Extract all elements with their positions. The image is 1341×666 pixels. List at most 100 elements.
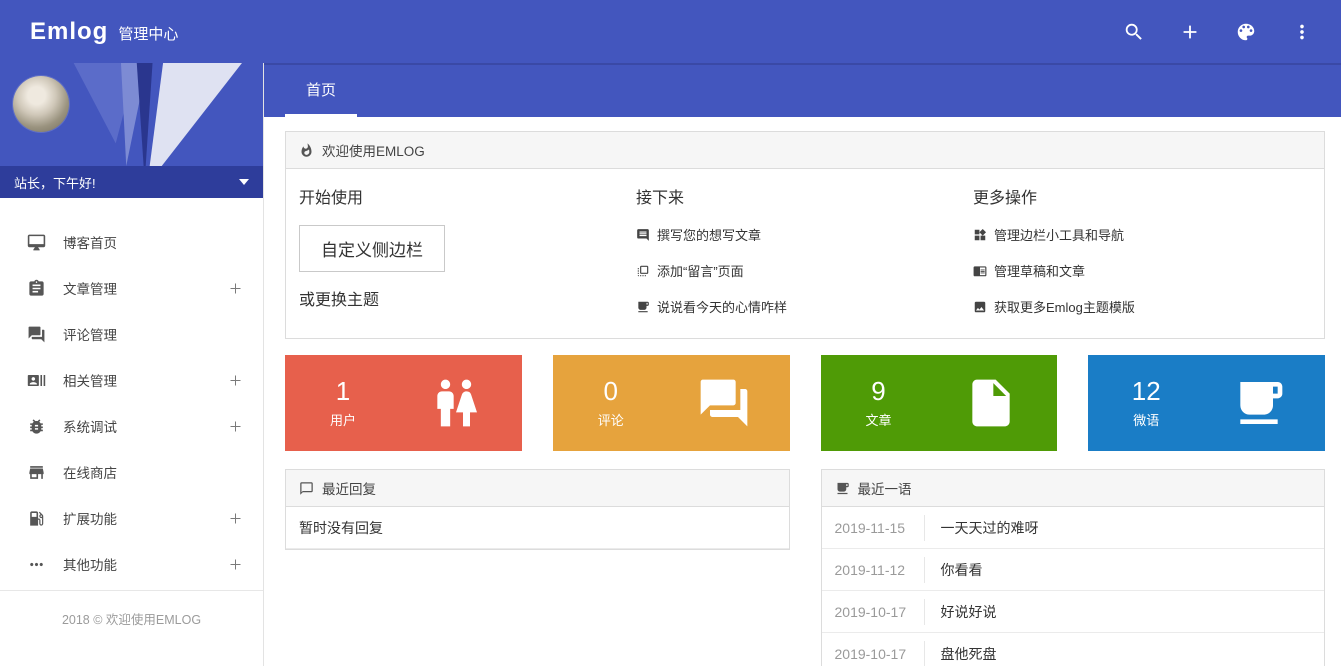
get-themes-link[interactable]: 获取更多Emlog主题模版 (973, 297, 1310, 316)
sidebar-item-articles[interactable]: 文章管理 (0, 265, 263, 311)
link-label: 说说看今天的心情咋样 (657, 297, 787, 316)
sidebar-menu: 博客首页 文章管理 评论管理 相关管理 (0, 198, 263, 587)
add-message-page-link[interactable]: 添加“留言”页面 (636, 261, 973, 280)
welcome-col-start: 开始使用 自定义侧边栏 或更换主题 (299, 184, 636, 316)
bottom-panels: 最近回复 暂时没有回复 最近一语 2019-11-15 一天天过的难呀 2019… (285, 469, 1325, 666)
stat-card-comments[interactable]: 0 评论 (553, 355, 790, 451)
sidebar: 站长，下午好! 博客首页 文章管理 评论管理 (0, 63, 264, 666)
change-theme-link[interactable]: 或更换主题 (299, 286, 636, 310)
welcome-panel: 欢迎使用EMLOG 开始使用 自定义侧边栏 或更换主题 接下来 撰写您的想写文章 (285, 131, 1325, 339)
more-vert-icon[interactable] (1291, 21, 1313, 43)
theme-image-icon (973, 300, 987, 314)
add-icon[interactable] (1179, 21, 1201, 43)
top-header: Emlog 管理中心 (0, 0, 1341, 63)
sidebar-item-extensions[interactable]: 扩展功能 (0, 495, 263, 541)
sidebar-footer: 2018 © 欢迎使用EMLOG (0, 590, 263, 628)
sidebar-item-label: 文章管理 (63, 278, 117, 298)
stat-value: 9 (857, 377, 901, 406)
panel-title: 最近回复 (322, 478, 376, 498)
bug-icon (27, 417, 46, 436)
note-row[interactable]: 2019-10-17 盘他死盘 (822, 633, 1325, 666)
forum-icon (696, 375, 752, 431)
more-horiz-icon (27, 555, 46, 574)
app-title: 管理中心 (118, 23, 178, 44)
desktop-icon (27, 233, 46, 252)
article-icon (973, 264, 987, 278)
main-content: 欢迎使用EMLOG 开始使用 自定义侧边栏 或更换主题 接下来 撰写您的想写文章 (264, 117, 1341, 666)
chevron-down-icon[interactable] (239, 179, 249, 185)
link-label: 管理草稿和文章 (994, 261, 1085, 280)
search-icon[interactable] (1123, 21, 1145, 43)
note-row[interactable]: 2019-11-15 一天天过的难呀 (822, 507, 1325, 549)
user-avatar[interactable] (13, 76, 69, 132)
note-text: 一天天过的难呀 (925, 518, 1039, 538)
stat-value: 0 (589, 377, 633, 406)
sidebar-item-store[interactable]: 在线商店 (0, 449, 263, 495)
tab-home[interactable]: 首页 (285, 65, 357, 117)
recent-replies-header: 最近回复 (286, 470, 789, 507)
coffee-icon (636, 300, 650, 314)
sidebar-item-other[interactable]: 其他功能 (0, 541, 263, 587)
welcome-col-next: 接下来 撰写您的想写文章 添加“留言”页面 (636, 184, 973, 316)
gas-pump-icon (27, 509, 46, 528)
stat-card-articles[interactable]: 9 文章 (821, 355, 1058, 451)
stat-card-users[interactable]: 1 用户 (285, 355, 522, 451)
sidebar-item-debug[interactable]: 系统调试 (0, 403, 263, 449)
coffee-icon (835, 481, 850, 496)
widgets-icon (973, 228, 987, 242)
welcome-panel-header: 欢迎使用EMLOG (286, 132, 1324, 169)
manage-drafts-link[interactable]: 管理草稿和文章 (973, 261, 1310, 280)
sidebar-item-blog-home[interactable]: 博客首页 (0, 219, 263, 265)
plus-icon[interactable] (228, 419, 243, 434)
col-title: 接下来 (636, 184, 973, 208)
plus-icon[interactable] (228, 557, 243, 572)
app-logo: Emlog (30, 18, 108, 46)
link-label: 添加“留言”页面 (657, 261, 744, 280)
coffee-icon (1231, 375, 1287, 431)
note-date: 2019-11-12 (822, 557, 925, 583)
sidebar-item-comments[interactable]: 评论管理 (0, 311, 263, 357)
stat-label: 微语 (1124, 410, 1168, 429)
customize-sidebar-button[interactable]: 自定义侧边栏 (299, 225, 445, 272)
plus-icon[interactable] (228, 281, 243, 296)
empty-replies-row: 暂时没有回复 (286, 507, 789, 549)
welcome-title: 欢迎使用EMLOG (322, 140, 425, 160)
file-icon (963, 375, 1019, 431)
contacts-icon (27, 371, 46, 390)
store-icon (27, 463, 46, 482)
manage-widgets-link[interactable]: 管理边栏小工具和导航 (973, 225, 1310, 244)
note-text: 你看看 (925, 560, 983, 580)
tab-bar: 首页 (264, 63, 1341, 117)
write-article-link[interactable]: 撰写您的想写文章 (636, 225, 973, 244)
note-row[interactable]: 2019-11-12 你看看 (822, 549, 1325, 591)
stat-label: 用户 (321, 410, 365, 429)
stat-label: 评论 (589, 410, 633, 429)
sidebar-item-label: 系统调试 (63, 416, 117, 436)
note-date: 2019-11-15 (822, 515, 925, 541)
note-text: 好说好说 (925, 602, 997, 622)
post-mood-link[interactable]: 说说看今天的心情咋样 (636, 297, 973, 316)
sidebar-item-related[interactable]: 相关管理 (0, 357, 263, 403)
sidebar-item-label: 其他功能 (63, 554, 117, 574)
greeting-text: 站长，下午好! (14, 173, 96, 192)
note-text: 盘他死盘 (925, 644, 997, 664)
stat-card-microblog[interactable]: 12 微语 (1088, 355, 1325, 451)
plus-icon[interactable] (228, 511, 243, 526)
assignment-icon (27, 279, 46, 298)
welcome-body: 开始使用 自定义侧边栏 或更换主题 接下来 撰写您的想写文章 添加“留言”页面 (286, 169, 1324, 338)
welcome-col-more: 更多操作 管理边栏小工具和导航 管理草稿和文章 (973, 184, 1310, 316)
recent-replies-panel: 最近回复 暂时没有回复 (285, 469, 790, 550)
sidebar-item-label: 博客首页 (63, 232, 117, 252)
link-label: 撰写您的想写文章 (657, 225, 761, 244)
sidebar-item-label: 在线商店 (63, 462, 117, 482)
plus-icon[interactable] (228, 373, 243, 388)
empty-replies-text: 暂时没有回复 (299, 518, 383, 538)
greeting-bar[interactable]: 站长，下午好! (0, 166, 263, 198)
link-label: 管理边栏小工具和导航 (994, 225, 1124, 244)
palette-icon[interactable] (1235, 21, 1257, 43)
stat-label: 文章 (857, 410, 901, 429)
col-title: 开始使用 (299, 184, 636, 208)
users-icon (428, 375, 484, 431)
recent-notes-header: 最近一语 (822, 470, 1325, 507)
note-row[interactable]: 2019-10-17 好说好说 (822, 591, 1325, 633)
